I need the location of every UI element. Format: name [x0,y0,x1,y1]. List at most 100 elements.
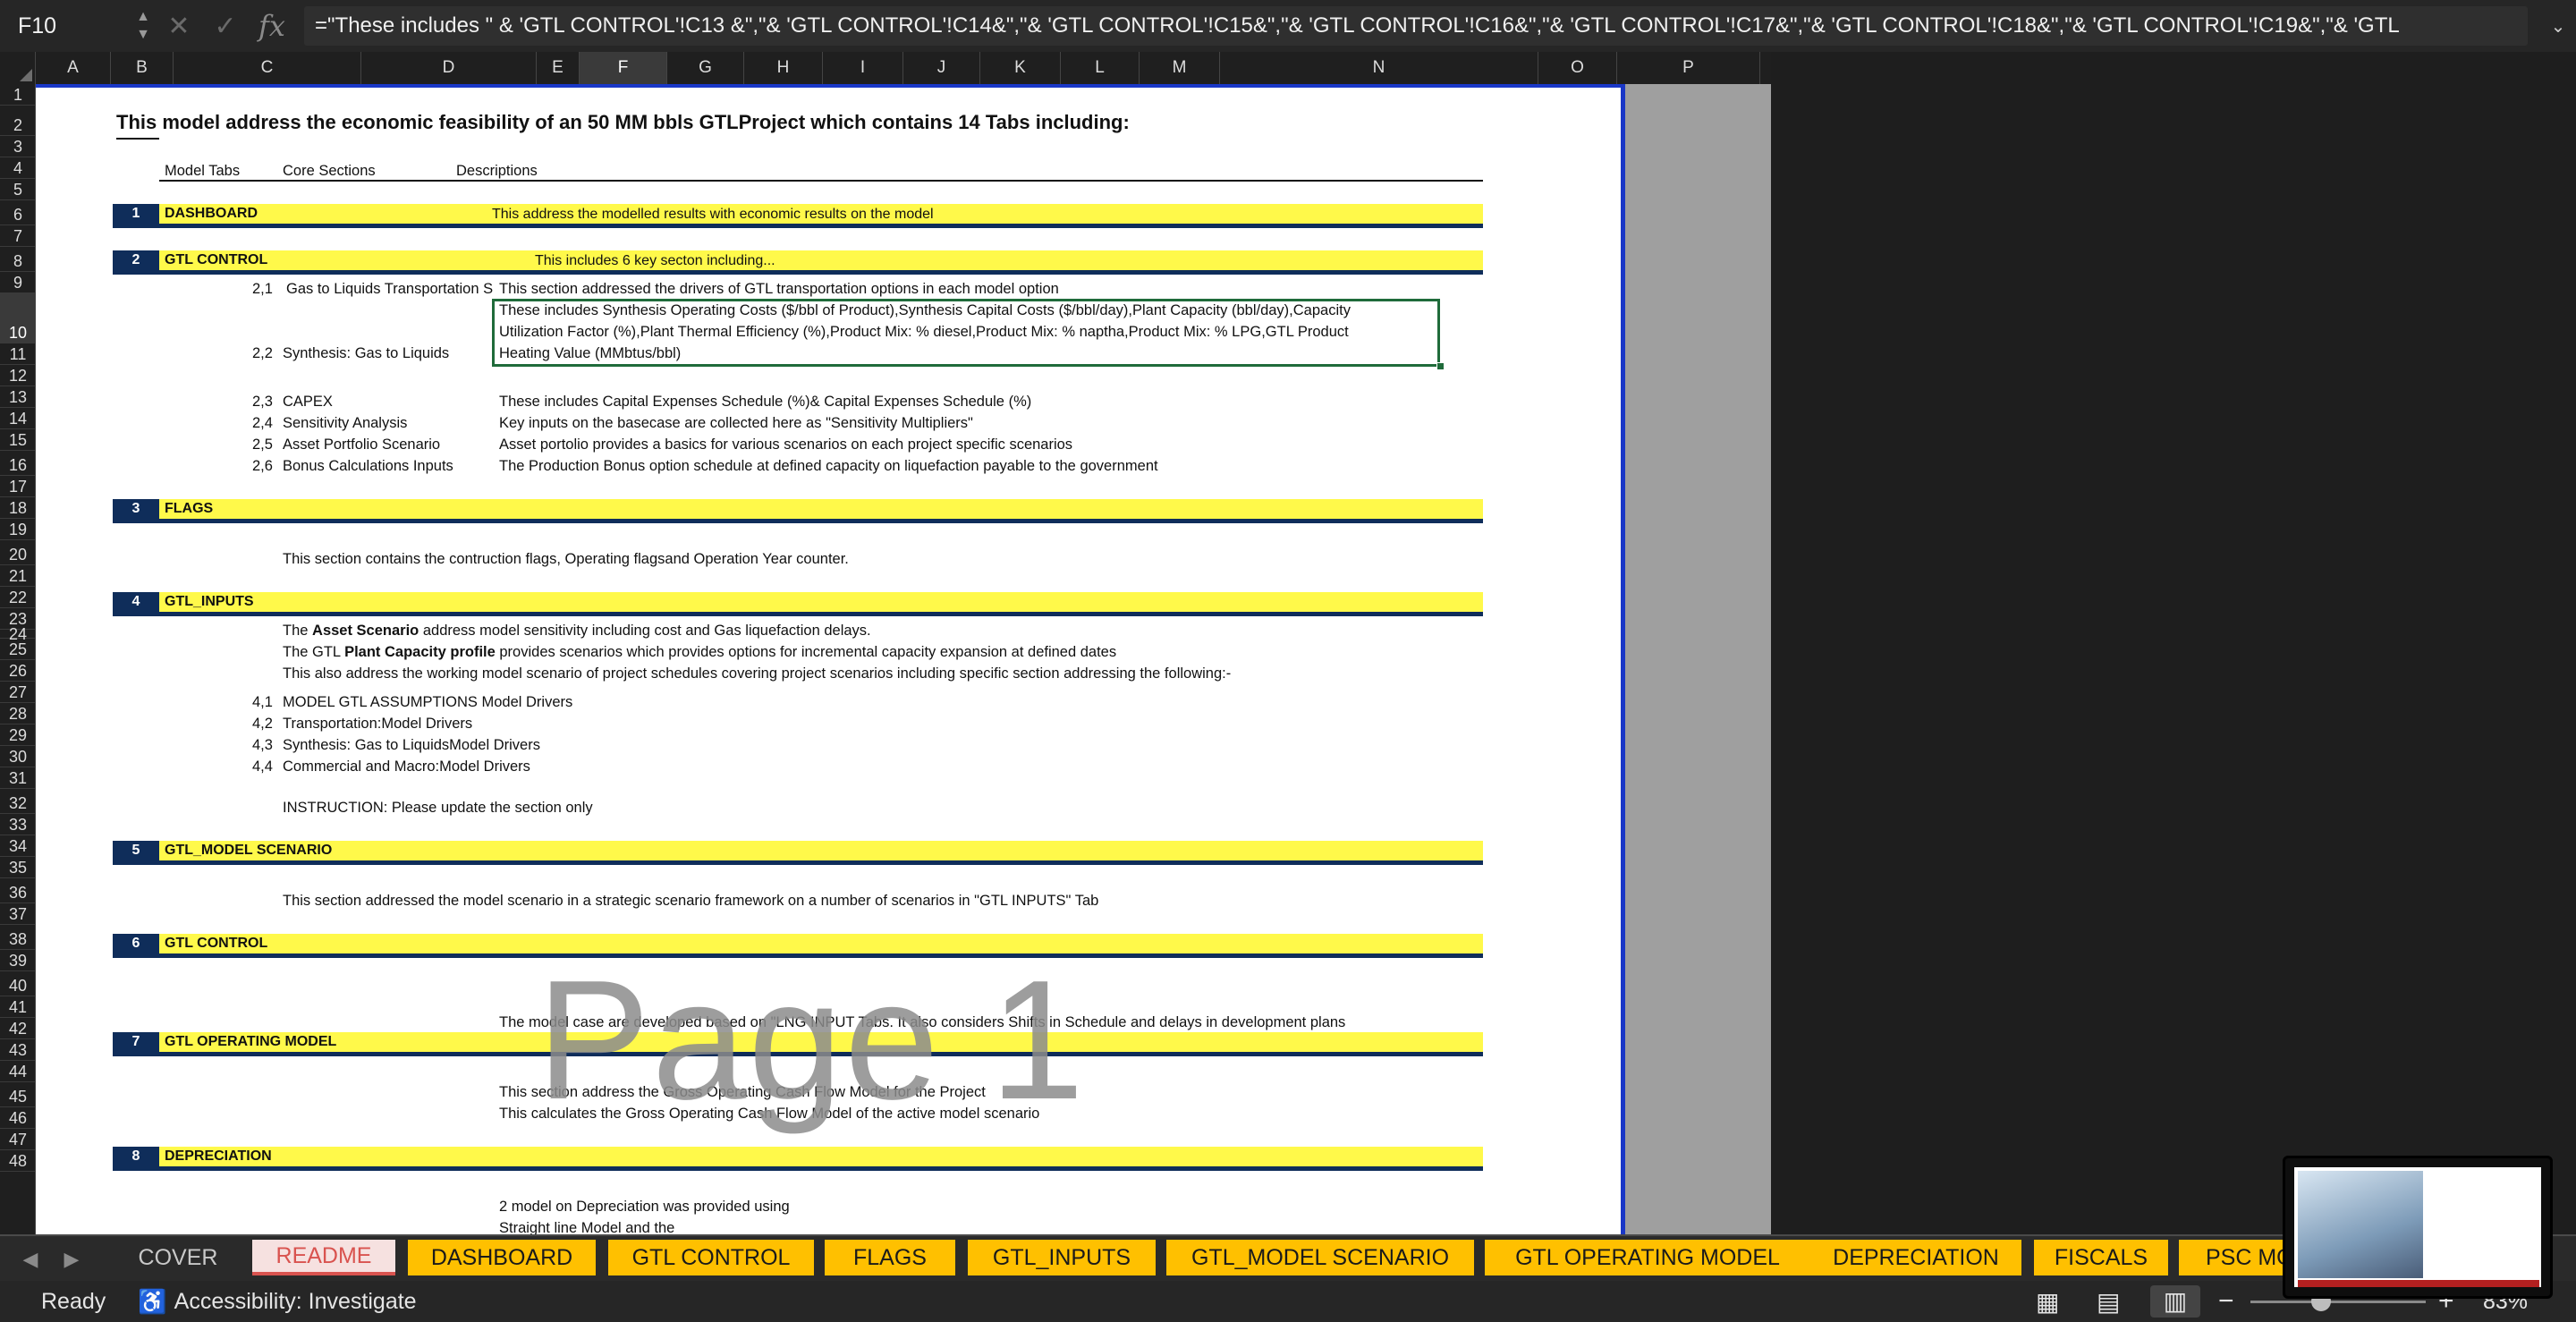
cover-thumbnail-preview[interactable] [2283,1156,2553,1299]
row-header-47[interactable]: 47 [0,1129,35,1150]
section-number: 4 [113,592,159,612]
row-header-27[interactable]: 27 [0,682,35,703]
row-header-25[interactable]: 25 [0,639,35,660]
row-header-15[interactable]: 15 [0,429,35,451]
row-header-16[interactable]: 16 [0,451,35,476]
row-header-45[interactable]: 45 [0,1082,35,1107]
row-header-30[interactable]: 30 [0,746,35,767]
name-box-stepper[interactable]: ▲ ▼ [131,8,156,44]
chevron-up-icon[interactable]: ▲ [136,8,150,26]
tab-cover[interactable]: COVER [111,1240,245,1275]
zoom-slider[interactable] [2250,1301,2426,1303]
row-header-40[interactable]: 40 [0,971,35,996]
tab-gtl-model-scenario[interactable]: GTL_MODEL SCENARIO [1166,1240,1474,1275]
row-header-36[interactable]: 36 [0,878,35,903]
tab-flags[interactable]: FLAGS [825,1240,955,1275]
row-header-20[interactable]: 20 [0,540,35,565]
item-name: Gas to Liquids Transportation S [286,281,494,297]
accessibility-status[interactable]: Accessibility: Investigate [174,1289,417,1315]
row-header-13[interactable]: 13 [0,386,35,408]
tab-depreciation[interactable]: DEPRECIATION [1810,1240,2021,1275]
row-header-17[interactable]: 17 [0,476,35,497]
normal-view-icon[interactable]: ▦ [2036,1287,2059,1317]
row-header-22[interactable]: 22 [0,587,35,608]
function-icon[interactable]: fx [249,9,295,43]
row-header-32[interactable]: 32 [0,789,35,814]
tab-readme[interactable]: README [252,1240,395,1275]
worksheet-grid[interactable]: This model address the economic feasibil… [36,84,1771,1234]
row-header-31[interactable]: 31 [0,767,35,789]
column-header-a[interactable]: A [36,52,111,84]
column-header-p[interactable]: P [1617,52,1760,84]
column-header-b[interactable]: B [111,52,174,84]
row-header-19[interactable]: 19 [0,519,35,540]
column-header-h[interactable]: H [744,52,823,84]
column-header-n[interactable]: N [1220,52,1538,84]
column-header-m[interactable]: M [1140,52,1220,84]
column-header-c[interactable]: C [174,52,361,84]
row-header-24[interactable]: 24 [0,626,35,642]
row-header-46[interactable]: 46 [0,1107,35,1129]
row-header-41[interactable]: 41 [0,996,35,1018]
row-header-26[interactable]: 26 [0,660,35,682]
row-header-3[interactable]: 3 [0,136,35,157]
row-header-28[interactable]: 28 [0,703,35,725]
tab-gtl-control[interactable]: GTL CONTROL [608,1240,814,1275]
column-header-d[interactable]: D [361,52,537,84]
column-header-i[interactable]: I [823,52,903,84]
tab-fiscals[interactable]: FISCALS [2034,1240,2168,1275]
row-header-44[interactable]: 44 [0,1061,35,1082]
cancel-icon[interactable]: ✕ [156,11,202,42]
row-header-43[interactable]: 43 [0,1039,35,1061]
row-header-1[interactable]: 1 [0,84,35,106]
chevron-down-icon[interactable]: ▼ [136,26,150,44]
fill-handle[interactable] [1436,362,1445,370]
column-header-l[interactable]: L [1061,52,1140,84]
column-header-f[interactable]: F [580,52,667,84]
row-header-6[interactable]: 6 [0,200,35,225]
row-header-8[interactable]: 8 [0,247,35,272]
row-header-4[interactable]: 4 [0,157,35,179]
row-header-33[interactable]: 33 [0,814,35,835]
row-header-18[interactable]: 18 [0,497,35,519]
page-break-view-icon[interactable]: ▥ [2150,1285,2200,1318]
tab-gtl-inputs[interactable]: GTL_INPUTS [968,1240,1156,1275]
zoom-out-icon[interactable]: − [2218,1286,2234,1317]
row-header-39[interactable]: 39 [0,950,35,971]
row-header-34[interactable]: 34 [0,835,35,857]
expand-formula-icon[interactable]: ⌄ [2540,15,2576,38]
section-label: GTL CONTROL [165,936,268,951]
column-header-j[interactable]: J [903,52,980,84]
row-header-14[interactable]: 14 [0,408,35,429]
row-header-10[interactable]: 10 [0,293,35,343]
row-header-7[interactable]: 7 [0,225,35,247]
row-header-2[interactable]: 2 [0,106,35,136]
column-header-g[interactable]: G [667,52,744,84]
row-header-29[interactable]: 29 [0,725,35,746]
next-sheet-icon[interactable]: ▶ [57,1243,86,1275]
formula-input[interactable]: ="These includes " & 'GTL CONTROL'!C13 &… [304,6,2528,46]
row-header-48[interactable]: 48 [0,1150,35,1172]
row-header-35[interactable]: 35 [0,857,35,878]
row-header-12[interactable]: 12 [0,365,35,386]
row-header-38[interactable]: 38 [0,925,35,950]
accessibility-icon[interactable]: ♿ [138,1288,166,1316]
tab-dashboard[interactable]: DASHBOARD [408,1240,596,1275]
row-header-5[interactable]: 5 [0,179,35,200]
name-box[interactable]: F10 [5,6,131,46]
row-header-21[interactable]: 21 [0,565,35,587]
column-header-e[interactable]: E [537,52,580,84]
prev-sheet-icon[interactable]: ◀ [16,1243,45,1275]
item-desc: These includes Capital Expenses Schedule… [499,394,1032,410]
check-icon[interactable]: ✓ [202,11,249,42]
tab-gtl-operating-model[interactable]: GTL OPERATING MODEL [1485,1240,1810,1275]
column-header-o[interactable]: O [1538,52,1617,84]
column-header-k[interactable]: K [980,52,1061,84]
row-header-9[interactable]: 9 [0,272,35,293]
select-all-corner[interactable] [0,52,36,84]
row-header-42[interactable]: 42 [0,1018,35,1039]
page-layout-view-icon[interactable]: ▤ [2097,1287,2120,1317]
flags-text: This section contains the contruction fl… [283,551,849,567]
row-header-37[interactable]: 37 [0,903,35,925]
row-header-11[interactable]: 11 [0,343,35,365]
